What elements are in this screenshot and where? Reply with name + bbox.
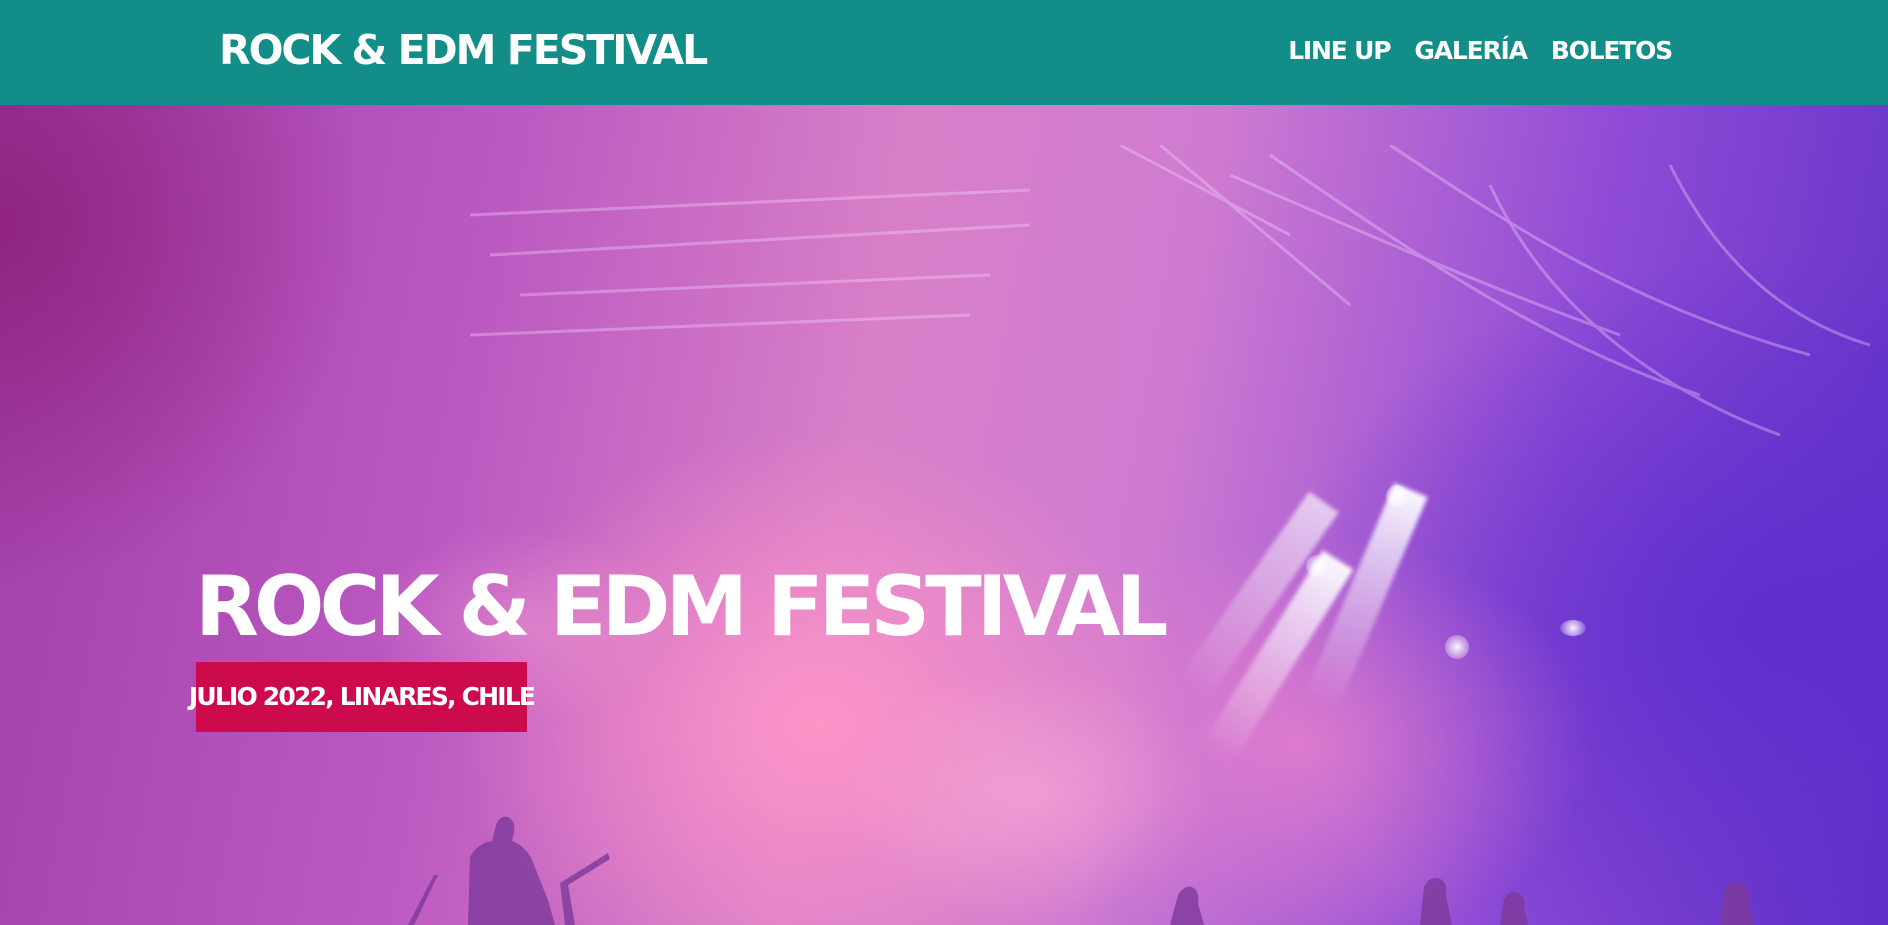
event-date-location-badge: JULIO 2022, LINARES, CHILE bbox=[189, 662, 536, 732]
stage-light-beam bbox=[1177, 491, 1339, 701]
nav-link-galeria[interactable]: GALERÍA bbox=[1414, 36, 1528, 66]
stage-fog bbox=[0, 105, 1888, 925]
hero-title: ROCK & EDM FESTIVAL bbox=[195, 558, 1168, 655]
nav-link-boletos[interactable]: BOLETOS bbox=[1551, 36, 1673, 66]
stage-spotlight bbox=[1445, 635, 1469, 659]
hero-section: ROCK & EDM FESTIVAL JULIO 2022, LINARES,… bbox=[0, 105, 1888, 925]
crowd-silhouettes bbox=[408, 816, 1754, 925]
nav-link-line-up[interactable]: LINE UP bbox=[1288, 36, 1391, 66]
site-logo[interactable]: ROCK & EDM FESTIVAL bbox=[219, 22, 708, 78]
event-date-location-text: JULIO 2022, LINARES, CHILE bbox=[188, 682, 536, 711]
stage-spotlight bbox=[1386, 485, 1408, 507]
stage-light-beam bbox=[1200, 550, 1354, 765]
stage-spotlight bbox=[1306, 555, 1328, 577]
stage-light-beam bbox=[1304, 482, 1428, 709]
site-header: ROCK & EDM FESTIVAL LINE UP GALERÍA BOLE… bbox=[0, 0, 1888, 105]
main-nav: LINE UP GALERÍA BOLETOS bbox=[1288, 36, 1673, 66]
stage-spotlight bbox=[1560, 620, 1586, 636]
lighting-rig-image bbox=[470, 145, 1871, 437]
